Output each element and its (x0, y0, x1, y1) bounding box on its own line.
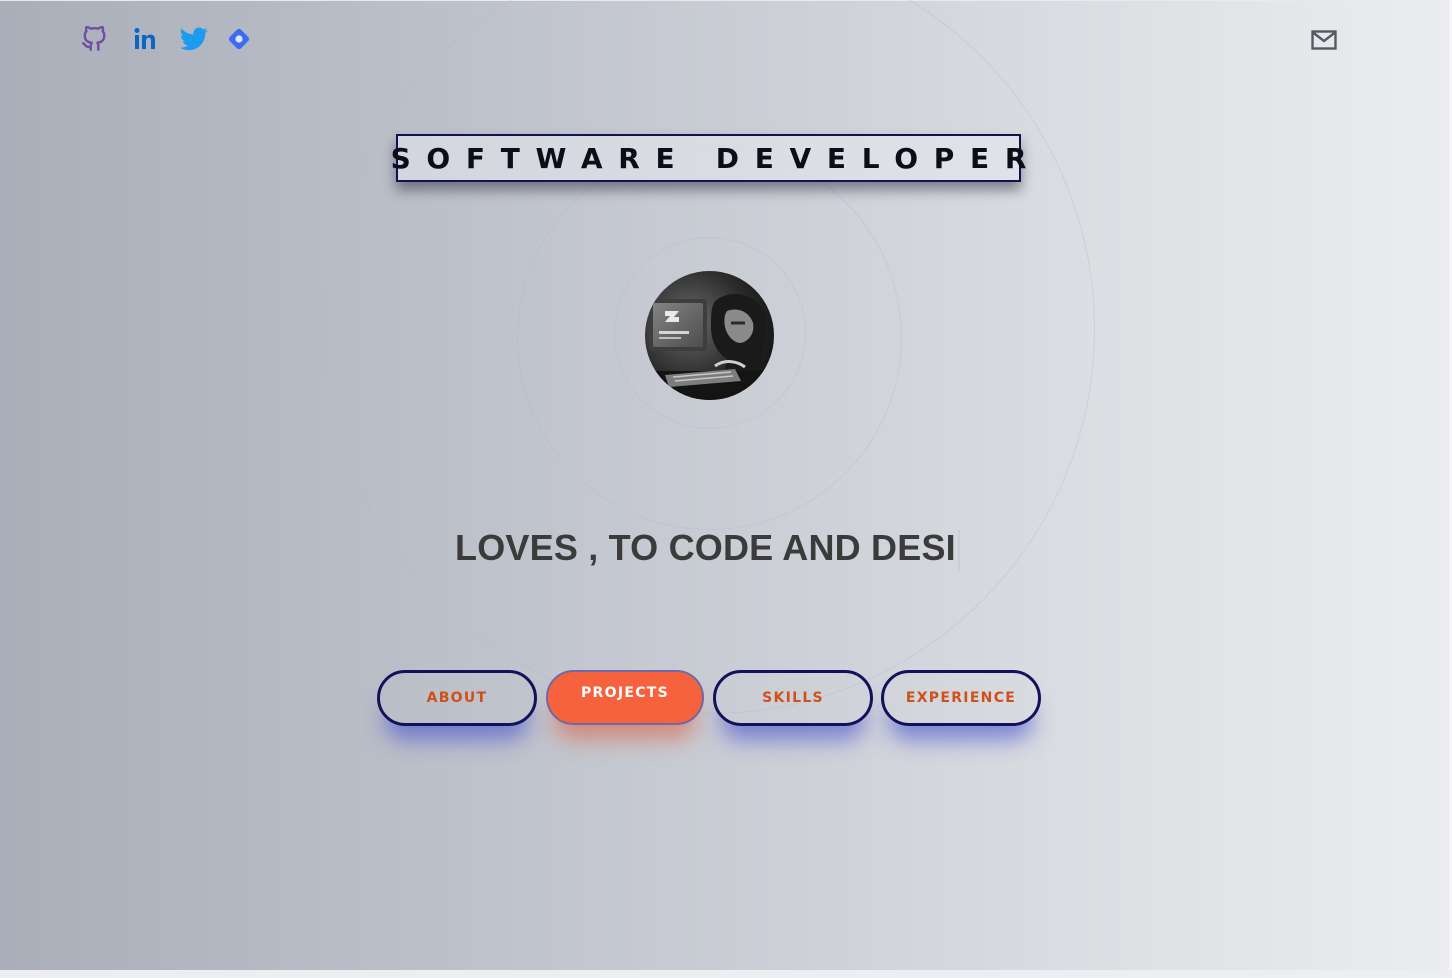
projects-button[interactable]: PROJECTS (546, 670, 704, 725)
twitter-icon (180, 27, 208, 51)
mail-icon (1311, 30, 1337, 50)
portfolio-icon (228, 28, 250, 50)
portfolio-link[interactable] (224, 24, 254, 54)
avatar (645, 271, 774, 400)
twitter-link[interactable] (179, 24, 209, 54)
skills-button[interactable]: SKILLS (713, 670, 873, 726)
github-link[interactable] (79, 24, 109, 54)
linkedin-link[interactable] (130, 24, 160, 54)
bottom-strip (0, 970, 1452, 978)
tagline: LOVES , TO CODE AND DESI (455, 527, 956, 568)
linkedin-icon (134, 28, 155, 49)
typing-cursor (958, 530, 960, 572)
page-title: SOFTWARE DEVELOPER (390, 141, 1043, 175)
profile-photo (645, 271, 774, 400)
title-box: SOFTWARE DEVELOPER (391, 134, 1026, 182)
github-icon (81, 26, 106, 52)
experience-button[interactable]: EXPERIENCE (881, 670, 1041, 726)
about-button[interactable]: ABOUT (377, 670, 537, 726)
mail-link[interactable] (1310, 29, 1338, 51)
